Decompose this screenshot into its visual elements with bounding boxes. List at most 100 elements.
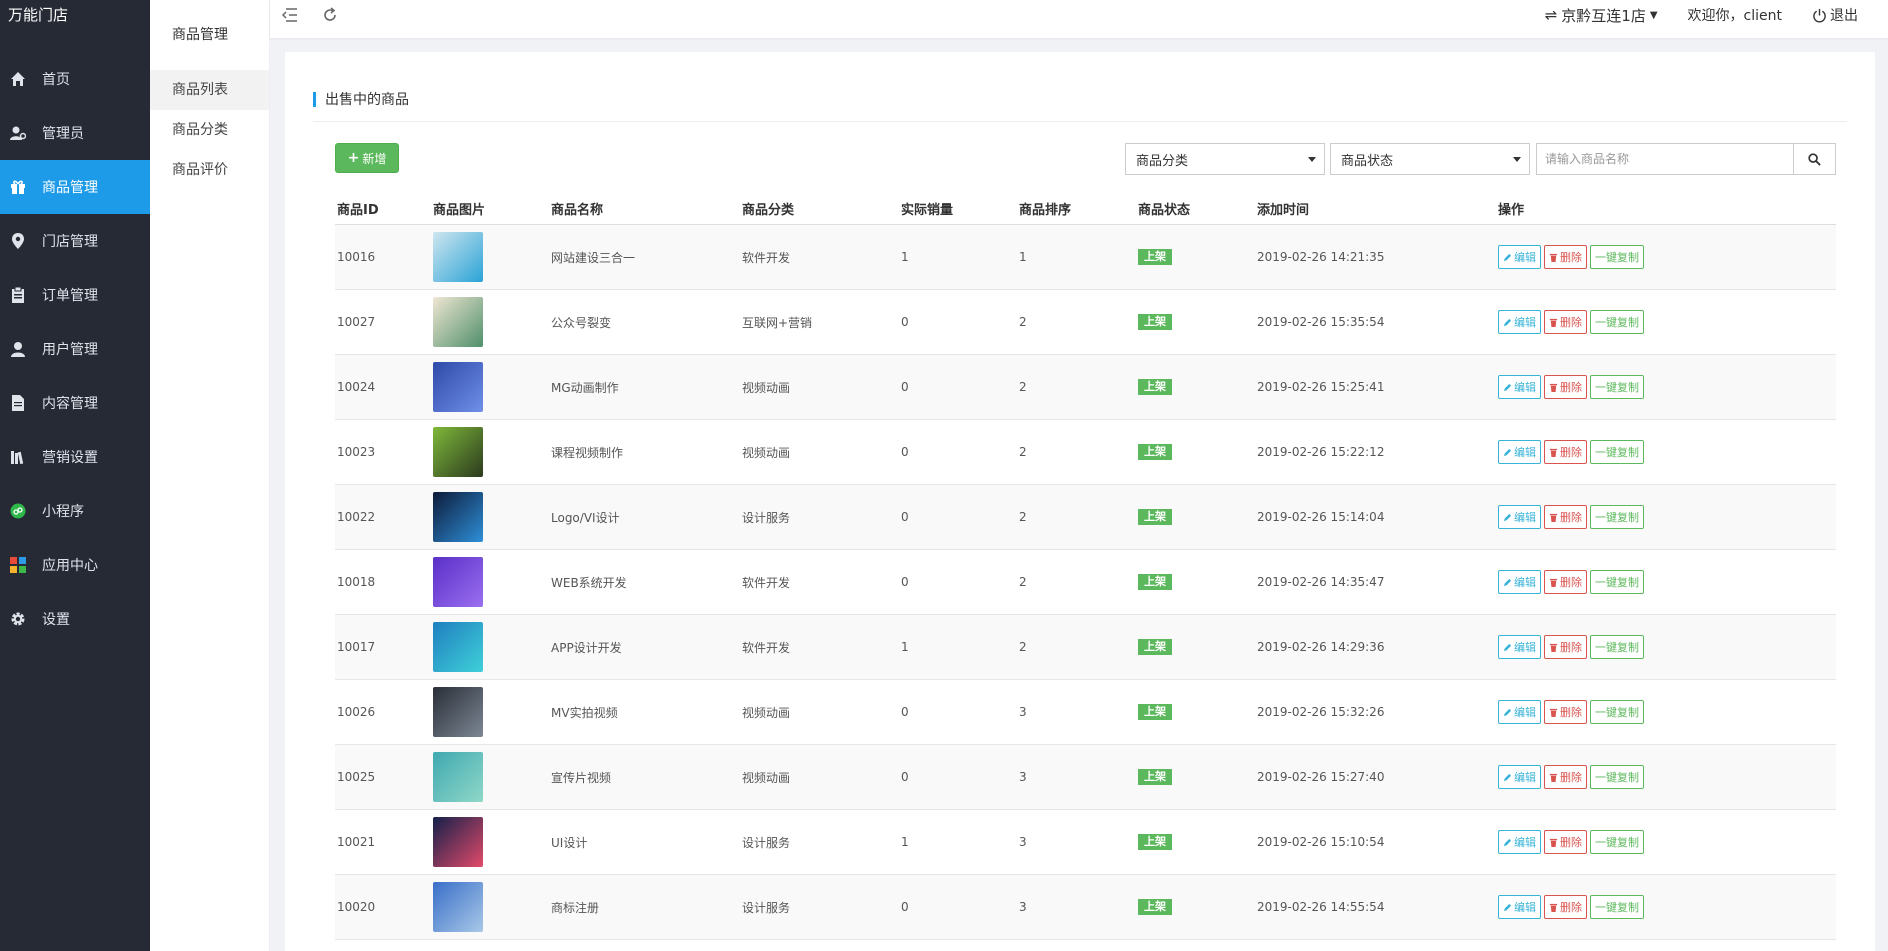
cell-sort: 2 — [1019, 575, 1027, 589]
sidebar-item-orders[interactable]: 订单管理 — [0, 268, 150, 322]
cell-image — [431, 297, 549, 347]
goods-thumbnail — [433, 557, 483, 607]
sidebar-item-label: 首页 — [42, 72, 70, 88]
sidebar: 万能门店 首页 管理员 商品管理 门店管理 订单管理 用户管理 内容管理 营销设… — [0, 0, 150, 951]
copy-button[interactable]: 一键复制 — [1590, 440, 1644, 464]
edit-button[interactable]: 编辑 — [1498, 570, 1541, 594]
cell-actions: 编辑 删除 一键复制 — [1496, 895, 1736, 919]
sidebar-item-settings[interactable]: 设置 — [0, 592, 150, 646]
store-switcher[interactable]: ⇌ 京黔互连1店 ▼ — [1545, 5, 1658, 26]
logout-button[interactable]: 退出 — [1812, 5, 1858, 25]
edit-button[interactable]: 编辑 — [1498, 895, 1541, 919]
cell-status: 上架 — [1136, 314, 1255, 330]
edit-button[interactable]: 编辑 — [1498, 310, 1541, 334]
sidebar-item-goods[interactable]: 商品管理 — [0, 160, 150, 214]
header-name: 商品名称 — [551, 202, 604, 218]
sidebar-item-home[interactable]: 首页 — [0, 52, 150, 106]
content-card: 出售中的商品 + 新增 商品分类 商品状态 商品ID 商品图片 商品名称 商品分… — [285, 52, 1875, 951]
copy-button[interactable]: 一键复制 — [1590, 505, 1644, 529]
submenu-item-goods-review[interactable]: 商品评价 — [150, 150, 269, 190]
edit-button[interactable]: 编辑 — [1498, 830, 1541, 854]
delete-button[interactable]: 删除 — [1544, 700, 1587, 724]
submenu-item-goods-category[interactable]: 商品分类 — [150, 110, 269, 150]
submenu-item-goods-list[interactable]: 商品列表 — [150, 70, 269, 110]
status-badge: 上架 — [1138, 574, 1172, 590]
copy-button[interactable]: 一键复制 — [1590, 895, 1644, 919]
status-badge: 上架 — [1138, 444, 1172, 460]
delete-button[interactable]: 删除 — [1544, 765, 1587, 789]
pencil-icon — [1503, 903, 1512, 911]
sidebar-item-users[interactable]: 用户管理 — [0, 322, 150, 376]
sidebar-item-stores[interactable]: 门店管理 — [0, 214, 150, 268]
cell-category: 设计服务 — [742, 900, 791, 915]
cell-image — [431, 557, 549, 607]
edit-button[interactable]: 编辑 — [1498, 635, 1541, 659]
cell-status: 上架 — [1136, 704, 1255, 720]
delete-button[interactable]: 删除 — [1544, 895, 1587, 919]
delete-button[interactable]: 删除 — [1544, 635, 1587, 659]
edit-button[interactable]: 编辑 — [1498, 700, 1541, 724]
delete-button[interactable]: 删除 — [1544, 440, 1587, 464]
refresh-icon[interactable] — [310, 1, 350, 29]
copy-button[interactable]: 一键复制 — [1590, 570, 1644, 594]
edit-button[interactable]: 编辑 — [1498, 245, 1541, 269]
copy-button[interactable]: 一键复制 — [1590, 310, 1644, 334]
pencil-icon — [1503, 773, 1512, 781]
sidebar-item-miniprogram[interactable]: 小程序 — [0, 484, 150, 538]
cell-name: 宣传片视频 — [551, 770, 612, 785]
delete-button[interactable]: 删除 — [1544, 830, 1587, 854]
copy-label: 一键复制 — [1595, 901, 1639, 914]
cell-name: WEB系统开发 — [551, 575, 627, 590]
status-select[interactable]: 商品状态 — [1330, 143, 1530, 175]
pencil-icon — [1503, 838, 1512, 846]
switch-icon: ⇌ — [1544, 6, 1558, 24]
edit-button[interactable]: 编辑 — [1498, 505, 1541, 529]
copy-button[interactable]: 一键复制 — [1590, 765, 1644, 789]
edit-label: 编辑 — [1514, 381, 1536, 394]
search-input[interactable] — [1537, 144, 1793, 174]
sidebar-item-appcenter[interactable]: 应用中心 — [0, 538, 150, 592]
trash-icon — [1549, 318, 1558, 327]
delete-button[interactable]: 删除 — [1544, 310, 1587, 334]
sidebar-item-content[interactable]: 内容管理 — [0, 376, 150, 430]
cell-sales: 1 — [901, 640, 909, 654]
category-select[interactable]: 商品分类 — [1125, 143, 1325, 175]
sidebar-item-label: 小程序 — [42, 504, 84, 520]
cell-category: 软件开发 — [742, 575, 791, 590]
cell-status: 上架 — [1136, 899, 1255, 915]
goods-thumbnail — [433, 362, 483, 412]
edit-button[interactable]: 编辑 — [1498, 765, 1541, 789]
delete-button[interactable]: 删除 — [1544, 245, 1587, 269]
delete-label: 删除 — [1560, 251, 1582, 264]
sidebar-item-marketing[interactable]: 营销设置 — [0, 430, 150, 484]
cell-actions: 编辑 删除 一键复制 — [1496, 375, 1736, 399]
pencil-icon — [1503, 318, 1512, 326]
delete-button[interactable]: 删除 — [1544, 505, 1587, 529]
delete-label: 删除 — [1560, 641, 1582, 654]
delete-button[interactable]: 删除 — [1544, 570, 1587, 594]
welcome-text: 欢迎你，client — [1688, 5, 1782, 25]
cell-id: 10024 — [337, 380, 376, 394]
goods-table: 商品ID 商品图片 商品名称 商品分类 实际销量 商品排序 商品状态 添加时间 … — [335, 192, 1836, 940]
welcome-label: 欢迎你，client — [1687, 8, 1782, 24]
delete-button[interactable]: 删除 — [1544, 375, 1587, 399]
copy-button[interactable]: 一键复制 — [1590, 375, 1644, 399]
copy-button[interactable]: 一键复制 — [1590, 700, 1644, 724]
cell-sales: 0 — [901, 900, 909, 914]
sidebar-item-admin[interactable]: 管理员 — [0, 106, 150, 160]
cell-category: 视频动画 — [742, 705, 791, 720]
copy-button[interactable]: 一键复制 — [1590, 635, 1644, 659]
pencil-icon — [1503, 253, 1512, 261]
cell-category: 软件开发 — [742, 250, 791, 265]
copy-button[interactable]: 一键复制 — [1590, 245, 1644, 269]
trash-icon — [1549, 448, 1558, 457]
search-button[interactable] — [1793, 144, 1835, 174]
cell-time: 2019-02-26 15:14:04 — [1257, 510, 1385, 524]
edit-button[interactable]: 编辑 — [1498, 375, 1541, 399]
cell-time: 2019-02-26 15:22:12 — [1257, 445, 1385, 459]
apps-icon — [8, 555, 28, 575]
add-goods-button[interactable]: + 新增 — [335, 143, 399, 173]
collapse-menu-icon[interactable] — [270, 1, 310, 29]
copy-button[interactable]: 一键复制 — [1590, 830, 1644, 854]
edit-button[interactable]: 编辑 — [1498, 440, 1541, 464]
